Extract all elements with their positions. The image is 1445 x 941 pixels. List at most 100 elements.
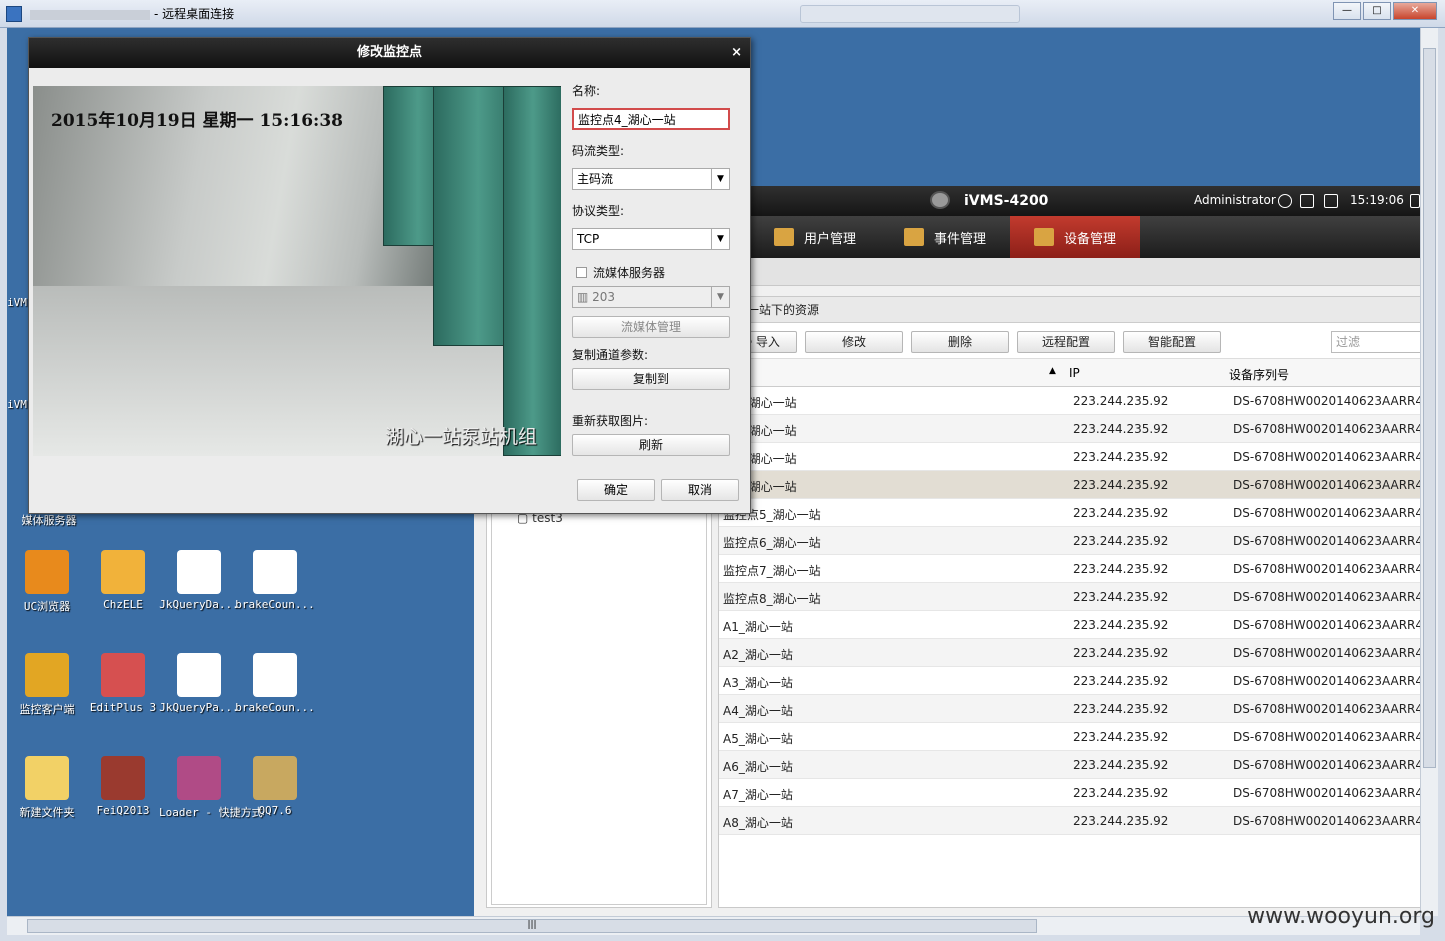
remote-desktop: UC浏览器 ChzELE JkQueryDa... brakeCoun... 监控客户端… [7,28,1420,916]
table-row[interactable]: A6_湖心一站 223.244.235.92 DS-6708HW0020140623… [719,751,1420,779]
device-icon [1033,228,1054,246]
scroll-thumb[interactable]: ||| [27,919,1037,933]
cell-name: A2_湖心一站 [723,648,793,662]
ivms-partial-icon-2[interactable]: iVM [7,398,27,411]
modify-button[interactable]: 修改 [805,331,903,353]
media-server-icon[interactable]: 媒体服务器 [9,512,89,528]
cell-ip: 223.244.235.92 [1073,534,1169,548]
table-row[interactable]: 监控点8_湖心一站 223.244.235.92 DS-6708HW00201406… [719,583,1420,611]
table-row[interactable]: 监控点5_湖心一站 223.244.235.92 DS-6708HW00201406… [719,499,1420,527]
close-button[interactable]: ✕ [1393,2,1437,20]
minimize-button[interactable]: — [1333,2,1361,20]
copy-to-button[interactable]: 复制到 [572,368,730,390]
desktop-icon[interactable]: brakeCoun... [235,653,315,714]
dialog-title: 修改监控点 × [29,38,750,68]
file-icon [253,550,297,594]
watermark: www.wooyun.org [1247,904,1435,929]
clock: 15:19:06 [1350,193,1404,207]
column-serial[interactable]: 设备序列号 [1229,366,1289,383]
cell-name: A4_湖心一站 [723,704,793,718]
desktop-icon[interactable]: JkQueryDa... [159,550,239,611]
filter-input[interactable]: 过滤 [1331,331,1420,353]
cell-serial: DS-6708HW0020140623AARR47 [1233,674,1420,688]
name-input[interactable]: 监控点4_湖心一站 [572,108,730,130]
tab-event-management[interactable]: 事件管理 [880,216,1010,258]
tab-user-management[interactable]: 用户管理 [750,216,880,258]
tab-device-management[interactable]: 设备管理 [1010,216,1140,258]
cell-name: A7_湖心一站 [723,788,793,802]
dialog-close-icon[interactable]: × [731,38,742,68]
globe-icon[interactable] [1278,194,1292,208]
table-row[interactable]: 点1_湖心一站 223.244.235.92 DS-6708HW0020140623… [719,387,1420,415]
ivms-partial-icon[interactable]: iVM [7,296,27,309]
chevron-down-icon: ▼ [711,229,729,249]
cell-serial: DS-6708HW0020140623AARR47 [1233,450,1420,464]
protocol-label: 协议类型: [572,204,625,218]
lock-icon[interactable] [1410,194,1420,208]
desktop-icon[interactable]: QQ7.6 [235,756,315,817]
cell-serial: DS-6708HW0020140623AARR47 [1233,730,1420,744]
rdp-window-title: - 远程桌面连接 [30,5,234,22]
desktop-icon-label: 监控客户端 [19,703,75,716]
vertical-scrollbar[interactable] [1420,28,1438,916]
table-row[interactable]: 监控点7_湖心一站 223.244.235.92 DS-6708HW00201406… [719,555,1420,583]
table-row[interactable]: 点3_湖心一站 223.244.235.92 DS-6708HW0020140623… [719,443,1420,471]
table-row[interactable]: A5_湖心一站 223.244.235.92 DS-6708HW0020140623… [719,723,1420,751]
scroll-thumb[interactable] [1423,48,1436,768]
cell-ip: 223.244.235.92 [1073,674,1169,688]
hdd-icon[interactable] [1324,194,1338,208]
table-row[interactable]: A8_湖心一站 223.244.235.92 DS-6708HW0020140623… [719,807,1420,835]
table-row[interactable]: A7_湖心一站 223.244.235.92 DS-6708HW0020140623… [719,779,1420,807]
file-icon [25,653,69,697]
refresh-button[interactable]: 刷新 [572,434,730,456]
cell-serial: DS-6708HW0020140623AARR47 [1233,646,1420,660]
desktop-icon-label: brakeCoun... [235,598,315,611]
edit-camera-dialog: 修改监控点 × 2015年10月19日 星期一 15:16:38 湖心一站泵站机组… [28,37,751,514]
cancel-button[interactable]: 取消 [661,479,739,501]
table-row[interactable]: A3_湖心一站 223.244.235.92 DS-6708HW0020140623… [719,667,1420,695]
desktop-icon[interactable]: ChzELE [83,550,163,611]
cell-name: A6_湖心一站 [723,760,793,774]
user-icon [773,228,794,246]
rdp-connection-bar[interactable] [800,5,1020,23]
desktop-icon-label: FeiQ2013 [96,804,150,817]
video-osd-datetime: 2015年10月19日 星期一 15:16:38 [51,111,343,131]
rdp-title-bar: - 远程桌面连接 — □ ✕ [0,0,1445,28]
cell-ip: 223.244.235.92 [1073,422,1169,436]
table-row[interactable]: 点2_湖心一站 223.244.235.92 DS-6708HW0020140623… [719,415,1420,443]
horizontal-scrollbar[interactable]: ||| [7,916,1420,935]
chevron-down-icon: ▼ [711,287,729,307]
desktop-icon[interactable]: UC浏览器 [7,550,87,614]
desktop-icon[interactable]: JkQueryPa... [159,653,239,714]
desktop-icon[interactable]: EditPlus 3 [83,653,163,714]
media-server-checkbox[interactable] [576,267,587,278]
sort-asc-icon[interactable]: ▲ [1049,366,1056,376]
desktop-icon[interactable]: brakeCoun... [235,550,315,611]
delete-button[interactable]: 删除 [911,331,1009,353]
table-row[interactable]: 监控点6_湖心一站 223.244.235.92 DS-6708HW00201406… [719,527,1420,555]
desktop-icon[interactable]: Loader - 快捷方式 [159,756,263,820]
ok-button[interactable]: 确定 [577,479,655,501]
desktop-icon[interactable]: 监控客户端 [7,653,87,717]
cell-serial: DS-6708HW0020140623AARR47 [1233,394,1420,408]
cell-ip: 223.244.235.92 [1073,478,1169,492]
remote-config-button[interactable]: 远程配置 [1017,331,1115,353]
table-row[interactable]: A1_湖心一站 223.244.235.92 DS-6708HW0020140623… [719,611,1420,639]
desktop-icon[interactable]: 新建文件夹 [7,756,87,820]
table-row[interactable]: 点4_湖心一站 223.244.235.92 DS-6708HW0020140623… [719,471,1420,499]
chevron-down-icon: ▼ [711,169,729,189]
smart-config-button[interactable]: 智能配置 [1123,331,1221,353]
table-row[interactable]: A4_湖心一站 223.244.235.92 DS-6708HW0020140623… [719,695,1420,723]
keyboard-icon[interactable] [1300,194,1314,208]
cell-serial: DS-6708HW0020140623AARR47 [1233,478,1420,492]
maximize-button[interactable]: □ [1363,2,1391,20]
current-user[interactable]: Administrator [1194,193,1276,207]
camera-logo-icon [930,191,950,209]
table-row[interactable]: A2_湖心一站 223.244.235.92 DS-6708HW0020140623… [719,639,1420,667]
stream-type-select[interactable]: 主码流 ▼ [572,168,730,190]
column-ip[interactable]: IP [1069,366,1080,380]
desktop-icon[interactable]: FeiQ2013 [83,756,163,817]
protocol-select[interactable]: TCP ▼ [572,228,730,250]
media-server-select[interactable]: ▥ 203 ▼ [572,286,730,308]
media-manage-button[interactable]: 流媒体管理 [572,316,730,338]
